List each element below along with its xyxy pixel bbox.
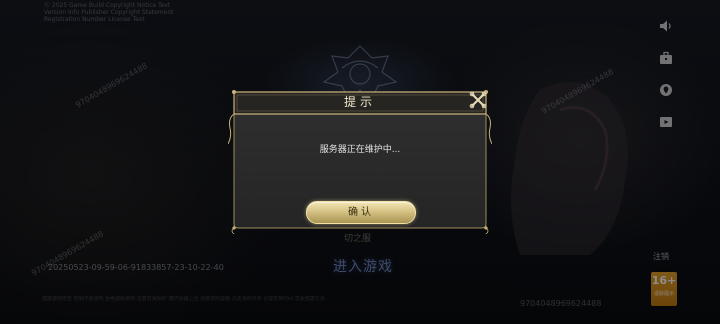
game-login-screen: Ⓒ 2025 Game Build Copyright Notice Text … bbox=[0, 0, 720, 324]
close-button[interactable] bbox=[468, 90, 488, 110]
notice-dialog: 提示 服务器正在维护中... 确认 bbox=[228, 88, 492, 234]
close-icon bbox=[469, 91, 487, 109]
dialog-title: 提示 bbox=[343, 95, 376, 109]
dialog-message: 服务器正在维护中... bbox=[319, 145, 401, 155]
confirm-button[interactable]: 确认 bbox=[306, 201, 416, 224]
